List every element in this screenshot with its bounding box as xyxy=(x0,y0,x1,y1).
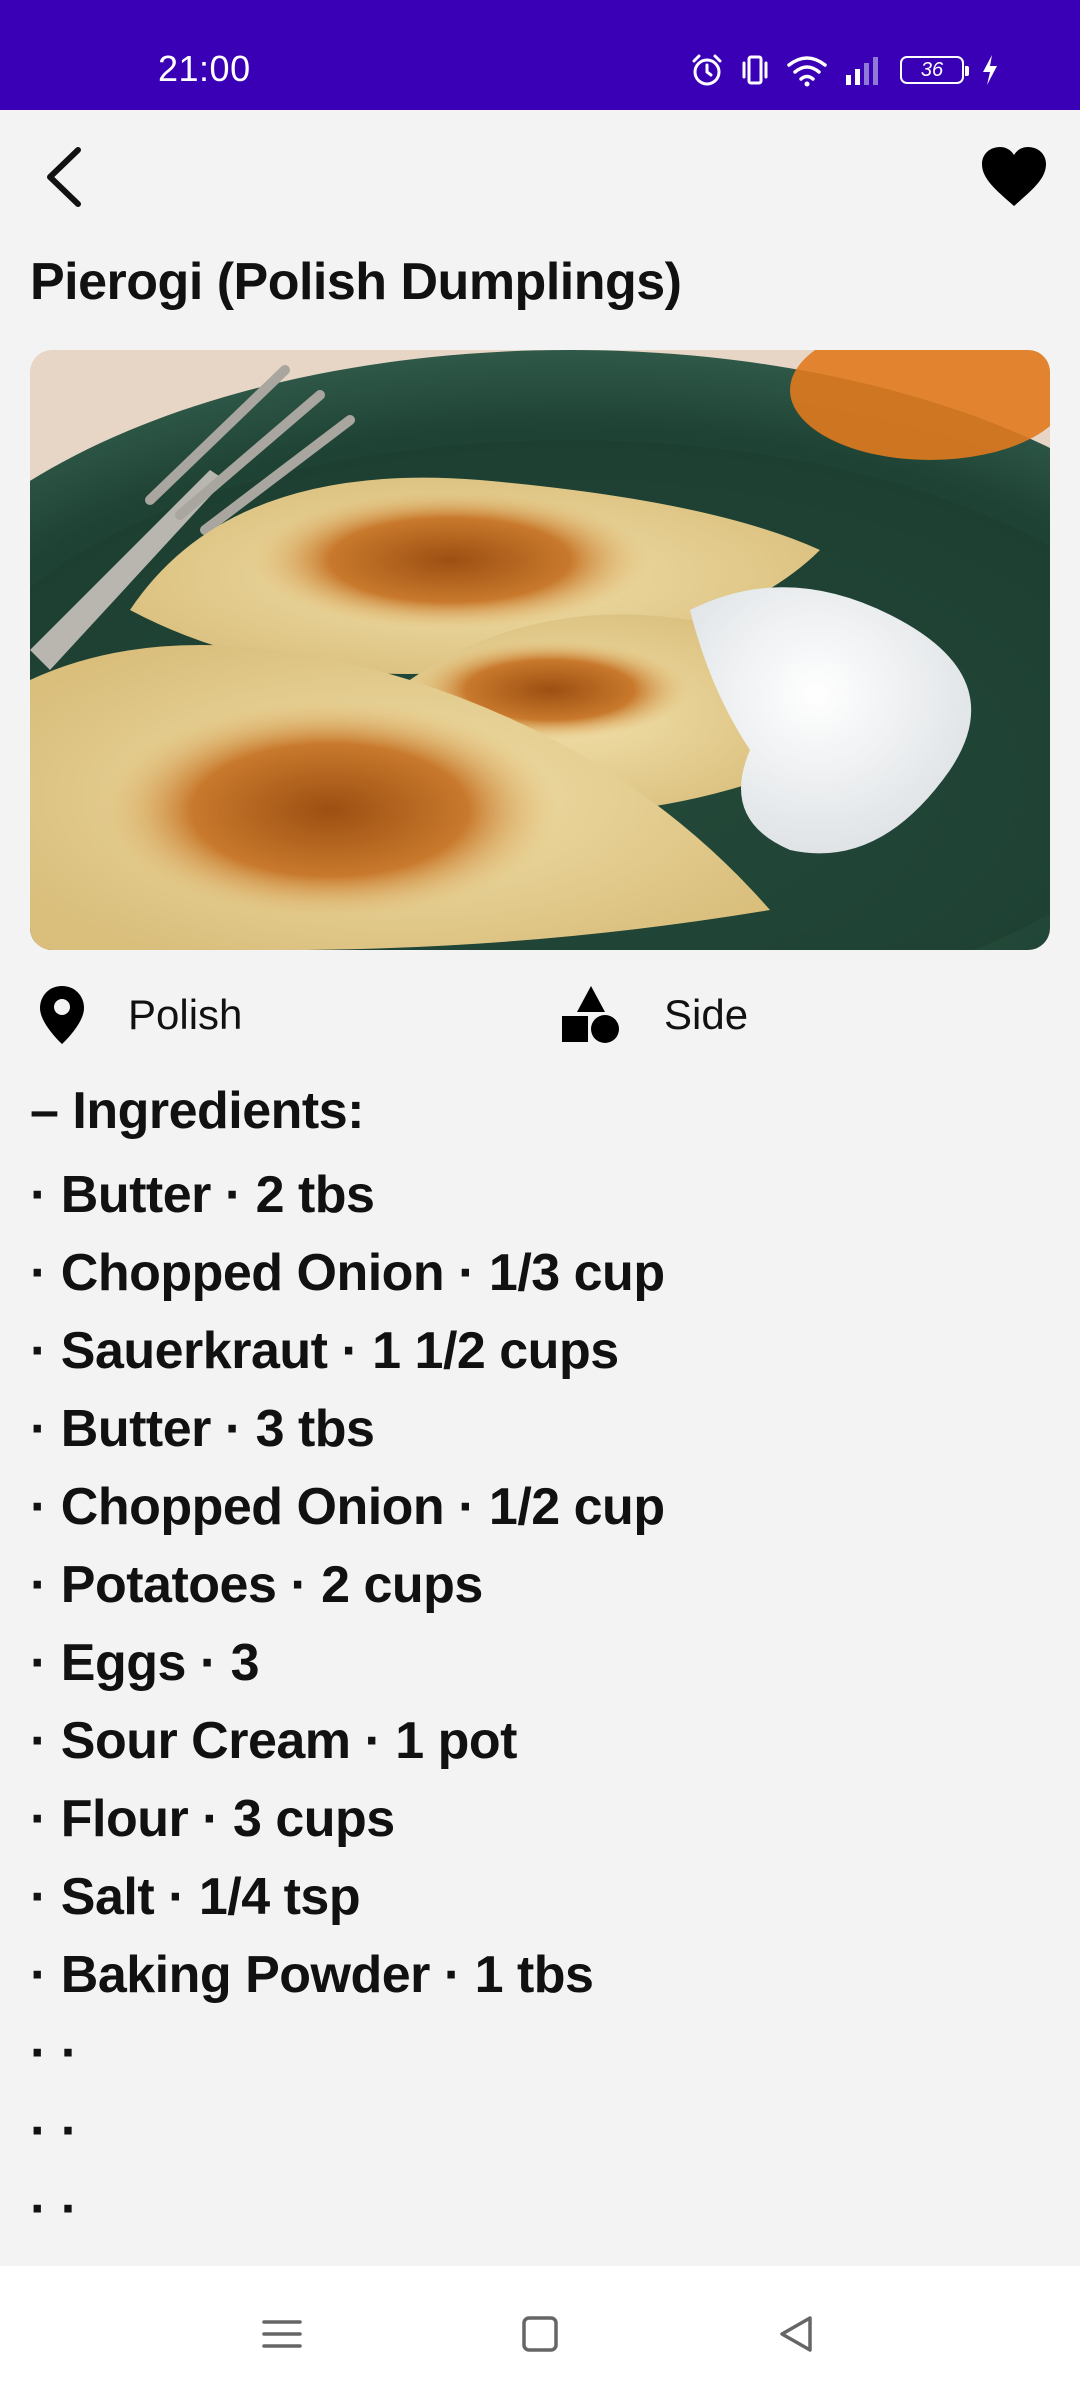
ingredient-item: · · xyxy=(30,2180,78,2238)
recipe-image xyxy=(30,350,1050,950)
status-bar: 21:00 36 xyxy=(0,0,1080,110)
ingredient-item: · Butter · 3 tbs xyxy=(30,1400,375,1458)
menu-button[interactable] xyxy=(252,2304,312,2364)
status-icons: 36 xyxy=(690,50,1000,90)
back-button[interactable] xyxy=(36,142,96,212)
ingredients-heading: – Ingredients: xyxy=(30,1082,364,1140)
ingredients-list: – Ingredients: · Butter · 2 tbs · Choppe… xyxy=(30,1078,1050,2248)
ingredient-item: · Sour Cream · 1 pot xyxy=(30,1712,517,1770)
recipe-title: Pierogi (Polish Dumplings) xyxy=(30,253,682,311)
ingredient-item: · Sauerkraut · 1 1/2 cups xyxy=(30,1322,619,1380)
ingredient-item: · Butter · 2 tbs xyxy=(30,1166,375,1224)
charging-icon xyxy=(983,55,997,85)
ingredient-item: · Eggs · 3 xyxy=(30,1634,260,1692)
alarm-icon xyxy=(692,54,722,86)
category-label: Side xyxy=(664,991,749,1038)
ingredient-item: · Chopped Onion · 1/2 cup xyxy=(30,1478,665,1536)
meta-row: Polish Side xyxy=(30,980,1050,1050)
menu-icon xyxy=(262,2320,302,2348)
ingredient-item: · Baking Powder · 1 tbs xyxy=(30,1946,594,2004)
status-time: 21:00 xyxy=(158,48,251,89)
ingredient-item: · · xyxy=(30,2102,78,2160)
ingredient-item: · Flour · 3 cups xyxy=(30,1790,395,1848)
vibrate-icon xyxy=(742,55,768,85)
ingredient-item: · · xyxy=(30,2024,78,2082)
ingredient-item: · Chopped Onion · 1/3 cup xyxy=(30,1244,665,1302)
wifi-icon xyxy=(787,56,827,87)
back-arrow-icon xyxy=(47,147,81,207)
ingredient-item: · Salt · 1/4 tsp xyxy=(30,1868,361,1926)
battery-icon: 36 xyxy=(900,56,969,84)
app-bar xyxy=(0,110,1080,240)
favorite-button[interactable] xyxy=(978,144,1050,210)
home-button[interactable] xyxy=(510,2304,570,2364)
signal-icon xyxy=(846,57,878,85)
area-label: Polish xyxy=(128,991,243,1038)
category-item: Side xyxy=(560,980,748,1050)
system-nav-bar xyxy=(0,2266,1080,2400)
nav-back-button[interactable] xyxy=(766,2304,826,2364)
ingredient-item: · Potatoes · 2 cups xyxy=(30,1556,483,1614)
battery-level: 36 xyxy=(920,58,944,81)
heart-icon xyxy=(982,147,1046,206)
category-shapes-icon xyxy=(562,986,619,1043)
back-icon xyxy=(780,2316,812,2352)
location-pin-icon xyxy=(40,986,84,1044)
home-icon xyxy=(522,2316,558,2352)
area-item: Polish xyxy=(38,980,242,1050)
